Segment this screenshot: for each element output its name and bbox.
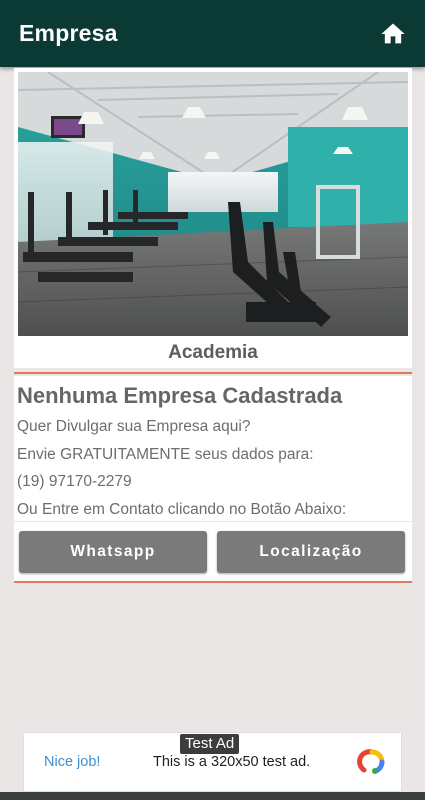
ad-nice-text: Nice job! — [44, 754, 101, 770]
system-nav-bar — [0, 792, 425, 800]
app-bar: Empresa — [0, 0, 425, 67]
info-line: Ou Entre em Contato clicando no Botão Ab… — [17, 501, 347, 518]
test-ad-label: Test Ad — [180, 734, 240, 754]
home-icon — [381, 23, 405, 44]
info-line: Quer Divulgar sua Empresa aqui? — [17, 418, 251, 435]
company-card[interactable]: Academia — [14, 68, 412, 368]
phone-number: (19) 97170-2279 — [17, 473, 132, 490]
info-line: Envie GRATUITAMENTE seus dados para: — [17, 446, 314, 463]
home-button[interactable] — [379, 20, 407, 48]
whatsapp-button[interactable]: Whatsapp — [19, 531, 207, 573]
company-info: Nenhuma Empresa Cadastrada Quer Divulgar… — [14, 376, 412, 521]
buttons-divider — [14, 581, 412, 583]
gym-photo — [18, 72, 408, 336]
action-buttons: Whatsapp Localização — [14, 522, 412, 581]
ad-text: This is a 320x50 test ad. — [153, 754, 311, 770]
category-caption: Academia — [168, 342, 258, 363]
card-divider — [14, 372, 412, 374]
company-title: Nenhuma Empresa Cadastrada — [17, 383, 343, 408]
location-button[interactable]: Localização — [217, 531, 405, 573]
app-title: Empresa — [19, 20, 118, 46]
ad-logo-icon — [357, 749, 385, 774]
